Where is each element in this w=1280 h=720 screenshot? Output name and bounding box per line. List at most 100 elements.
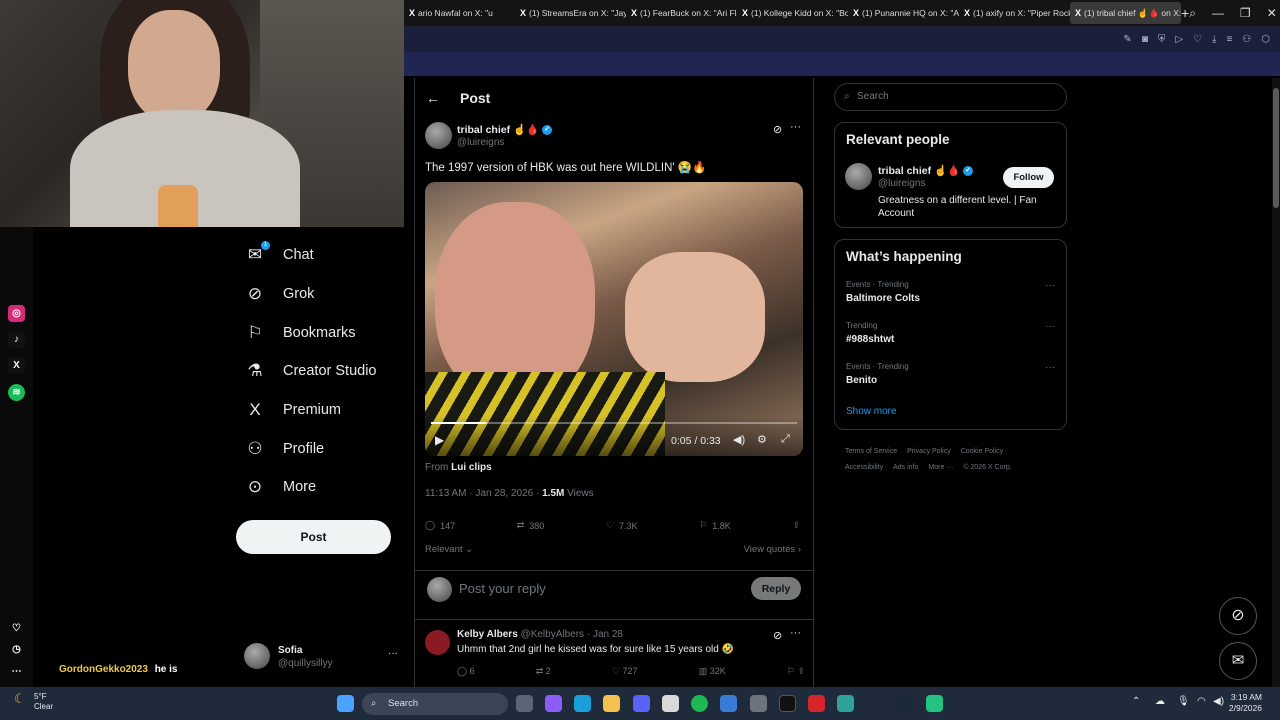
more-icon[interactable]: ··· xyxy=(790,627,801,639)
video-player[interactable]: ▶ 0:05 / 0:33 ◀) ⚙ ⤢ xyxy=(425,182,803,456)
nav-item-bookmarks[interactable]: ⚐ Bookmarks xyxy=(236,313,406,352)
more-icon[interactable]: ⋯ xyxy=(8,663,25,680)
volume-icon[interactable]: ◀) xyxy=(1213,696,1224,707)
wifi-icon[interactable]: ◠ xyxy=(1197,696,1206,707)
nav-item-profile[interactable]: ⚇ Profile xyxy=(236,429,406,468)
nav-item-more[interactable]: ⊙ More xyxy=(236,468,406,507)
post-button[interactable]: Post xyxy=(236,520,391,554)
browser-tab[interactable]: X (1) FearBuck on X: "Ari Fle xyxy=(626,2,737,24)
follow-button[interactable]: Follow xyxy=(1003,167,1054,188)
trend-item[interactable]: Events · Trending Baltimore Colts ··· xyxy=(846,280,1061,304)
more-icon[interactable]: ··· xyxy=(388,648,398,659)
more-icon[interactable]: ··· xyxy=(1045,362,1055,373)
bookmark-button[interactable]: ⚐ 1.8K xyxy=(699,520,731,531)
shield-icon[interactable]: ⛨ xyxy=(1158,34,1166,45)
app-icon[interactable] xyxy=(926,695,943,712)
new-tab-button[interactable]: + xyxy=(1181,5,1189,21)
start-icon[interactable] xyxy=(337,695,354,712)
views-button[interactable]: ▥ 32K xyxy=(699,666,726,677)
browser-tab[interactable]: X (1) Punannie HQ on X: "A xyxy=(848,2,959,24)
avatar[interactable] xyxy=(425,630,450,655)
browser-tab-active[interactable]: X(1) tribal chief ☝️🩸 on X: "✕ xyxy=(1070,2,1181,24)
weather-widget[interactable]: ☾ 5°F Clear xyxy=(14,692,53,712)
like-button[interactable]: ♡ 727 xyxy=(612,666,638,677)
grok-fab-button[interactable]: ⊘ xyxy=(1219,597,1257,635)
camera-icon[interactable]: ◙ xyxy=(1142,34,1148,45)
mail-app-icon[interactable] xyxy=(720,695,737,712)
like-button[interactable]: ♡ 7.3K xyxy=(606,520,638,531)
tiktok-icon[interactable]: ♪ xyxy=(8,331,25,348)
account-switcher[interactable]: Sofia @quillysillyy ··· xyxy=(244,643,404,673)
reply-tweet[interactable]: Kelby Albers @KelbyAlbers · Jan 28 ⊘ ···… xyxy=(425,627,805,684)
extension-icon[interactable]: ⬡ xyxy=(1261,34,1270,45)
opera-icon[interactable] xyxy=(808,695,825,712)
settings-icon[interactable]: ⚙ xyxy=(757,433,767,446)
microphone-icon[interactable]: 🎙 xyxy=(1177,696,1190,707)
browser-tab[interactable]: Xario Nawfal on X: "u xyxy=(404,2,515,24)
share-button[interactable]: ⇪ xyxy=(792,520,800,531)
download-icon[interactable]: ⤓ xyxy=(1212,34,1216,45)
search-input[interactable]: ⌕ Search xyxy=(834,83,1067,111)
scrollbar[interactable] xyxy=(1272,78,1280,687)
tray-chevron-icon[interactable]: ⌃ xyxy=(1132,696,1140,707)
browser-tab[interactable]: X (1) Kollege Kidd on X: "Bo xyxy=(737,2,848,24)
settings-icon[interactable] xyxy=(750,695,767,712)
store-icon[interactable] xyxy=(662,695,679,712)
video-progress-bar[interactable] xyxy=(431,422,797,424)
share-icon[interactable]: ⇪ xyxy=(797,666,805,676)
volume-icon[interactable]: ◀) xyxy=(733,433,745,446)
browser-tab[interactable]: X (1) axify on X: "Piper Rock xyxy=(959,2,1070,24)
system-clock[interactable]: 3:19 AM 2/9/2026 xyxy=(1229,692,1262,714)
x-logo-icon[interactable]: X xyxy=(8,357,25,374)
repost-button[interactable]: ⇄ 380 xyxy=(517,520,545,531)
nav-item-premium[interactable]: X Premium xyxy=(236,391,406,430)
show-more-link[interactable]: Show more xyxy=(846,406,897,417)
sort-dropdown[interactable]: Relevant ⌄ xyxy=(425,544,473,555)
minimize-icon[interactable]: — xyxy=(1212,6,1224,21)
edit-icon[interactable]: ✎ xyxy=(1123,34,1131,45)
grok-icon[interactable]: ⊘ xyxy=(773,629,782,642)
grok-icon[interactable]: ⊘ xyxy=(773,123,782,136)
cloud-icon[interactable]: ☁ xyxy=(1155,696,1165,707)
back-arrow-icon[interactable]: ← xyxy=(426,90,440,106)
trend-item[interactable]: Events · Trending Benito ··· xyxy=(846,362,1061,386)
more-icon[interactable]: ··· xyxy=(1045,321,1055,332)
more-icon[interactable]: ··· xyxy=(790,121,801,133)
edge-icon[interactable] xyxy=(574,695,591,712)
messages-fab-button[interactable]: ✉ xyxy=(1219,642,1257,680)
heart-icon[interactable]: ♡ xyxy=(8,620,25,637)
reply-button[interactable]: ◯ 147 xyxy=(425,520,455,531)
nav-item-creator-studio[interactable]: ⚗ Creator Studio xyxy=(236,352,406,391)
bookmark-icon[interactable]: ⚐ xyxy=(787,666,795,676)
nav-item-grok[interactable]: ⊘ Grok xyxy=(236,275,406,314)
discord-icon[interactable] xyxy=(633,695,650,712)
spotify-icon[interactable] xyxy=(691,695,708,712)
repost-button[interactable]: ⇄ 2 xyxy=(536,666,551,677)
steam-icon[interactable] xyxy=(896,695,913,712)
more-icon[interactable]: ··· xyxy=(1045,280,1055,291)
trend-item[interactable]: Trending #988shtwt ··· xyxy=(846,321,1061,345)
spotify-icon[interactable]: ≋ xyxy=(8,384,25,401)
avatar[interactable] xyxy=(845,163,872,190)
play-icon[interactable]: ▷ xyxy=(1175,34,1183,45)
search-tabs-icon[interactable]: ⌕ xyxy=(1189,6,1196,21)
copilot-icon[interactable] xyxy=(545,695,562,712)
task-view-icon[interactable] xyxy=(516,695,533,712)
play-icon[interactable]: ▶ xyxy=(435,433,444,447)
tiktok-icon[interactable] xyxy=(779,695,796,712)
view-quotes-link[interactable]: View quotes › xyxy=(744,544,801,555)
reply-input[interactable]: Post your reply xyxy=(459,581,546,596)
file-explorer-icon[interactable] xyxy=(603,695,620,712)
reply-submit-button[interactable]: Reply xyxy=(751,577,801,600)
taskbar-search[interactable]: ⌕ Search xyxy=(362,693,508,715)
close-window-icon[interactable]: ✕ xyxy=(1267,6,1277,21)
fullscreen-icon[interactable]: ⤢ xyxy=(781,433,790,446)
avatar[interactable] xyxy=(425,122,452,149)
browser-tab[interactable]: X (1) StreamsEra on X: "Jay xyxy=(515,2,626,24)
app-icon[interactable] xyxy=(837,695,854,712)
nav-item-chat[interactable]: ✉ 1 Chat xyxy=(236,236,406,275)
reply-button[interactable]: ◯ 6 xyxy=(457,666,475,677)
menu-icon[interactable]: ≡ xyxy=(1226,34,1232,45)
clock-icon[interactable]: ◷ xyxy=(8,641,25,658)
heart-icon[interactable]: ♡ xyxy=(1193,34,1202,45)
